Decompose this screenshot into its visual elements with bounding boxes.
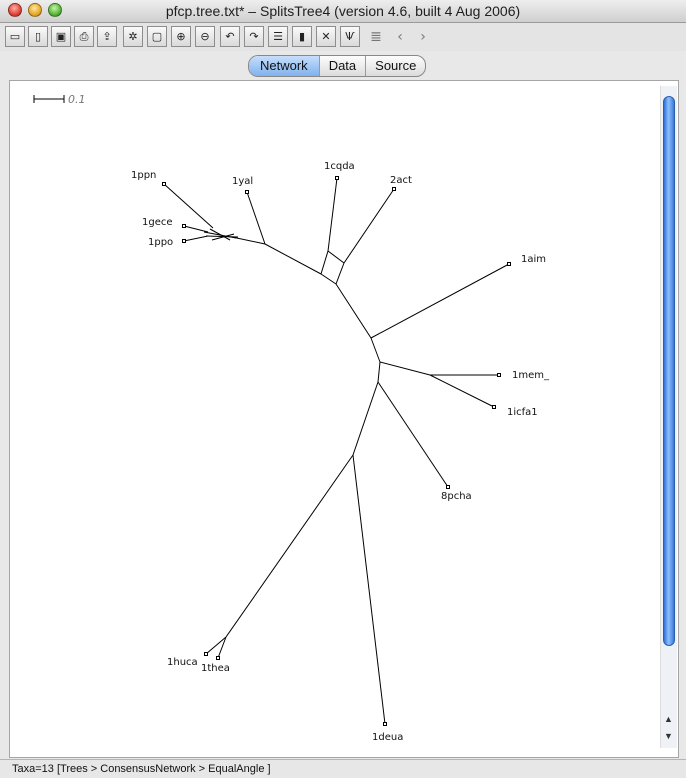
scroll-down-icon[interactable]: ▼ bbox=[664, 731, 673, 741]
scroll-up-icon[interactable]: ▲ bbox=[664, 714, 673, 724]
taxon-label-8pcha: 8pcha bbox=[441, 491, 472, 502]
taxon-node[interactable] bbox=[182, 224, 186, 228]
vertical-scrollbar[interactable]: ▲ ▼ bbox=[660, 86, 677, 748]
taxon-node[interactable] bbox=[497, 373, 501, 377]
taxon-node[interactable] bbox=[507, 262, 511, 266]
taxon-node[interactable] bbox=[216, 656, 220, 660]
taxon-node[interactable] bbox=[492, 405, 496, 409]
taxon-label-1ppn: 1ppn bbox=[131, 170, 156, 181]
scale-label: 0.1 bbox=[68, 93, 86, 106]
taxon-label-1icfa1: 1icfa1 bbox=[507, 407, 538, 418]
taxon-label-1mem: 1mem_ bbox=[512, 370, 550, 381]
taxon-label-1gece: 1gece bbox=[142, 217, 173, 228]
taxon-label-1huca: 1huca bbox=[167, 657, 198, 668]
taxon-node[interactable] bbox=[182, 239, 186, 243]
scrollbar-thumb[interactable] bbox=[663, 96, 675, 646]
taxon-node[interactable] bbox=[245, 190, 249, 194]
taxon-label-1yal: 1yal bbox=[232, 176, 253, 187]
taxon-node[interactable] bbox=[446, 485, 450, 489]
status-text: Taxa=13 [Trees > ConsensusNetwork > Equa… bbox=[12, 763, 271, 775]
network-edges bbox=[33, 95, 510, 725]
taxon-label-1deua: 1deua bbox=[372, 732, 403, 743]
taxon-label-1aim: 1aim bbox=[521, 254, 546, 265]
taxon-label-1thea: 1thea bbox=[201, 663, 230, 674]
taxon-label-1cqda: 1cqda bbox=[324, 161, 355, 172]
taxon-node[interactable] bbox=[335, 176, 339, 180]
splits-network: 0.1 1ppn 1yal 1cqda 2act 1gece 1ppo 1aim… bbox=[33, 93, 550, 743]
taxon-node[interactable] bbox=[383, 722, 387, 726]
status-bar: Taxa=13 [Trees > ConsensusNetwork > Equa… bbox=[0, 759, 686, 778]
taxon-node[interactable] bbox=[204, 652, 208, 656]
taxon-label-1ppo: 1ppo bbox=[148, 237, 173, 248]
taxon-node[interactable] bbox=[162, 182, 166, 186]
taxon-node[interactable] bbox=[392, 187, 396, 191]
taxon-nodes bbox=[162, 176, 511, 726]
taxon-label-2act: 2act bbox=[390, 175, 412, 186]
